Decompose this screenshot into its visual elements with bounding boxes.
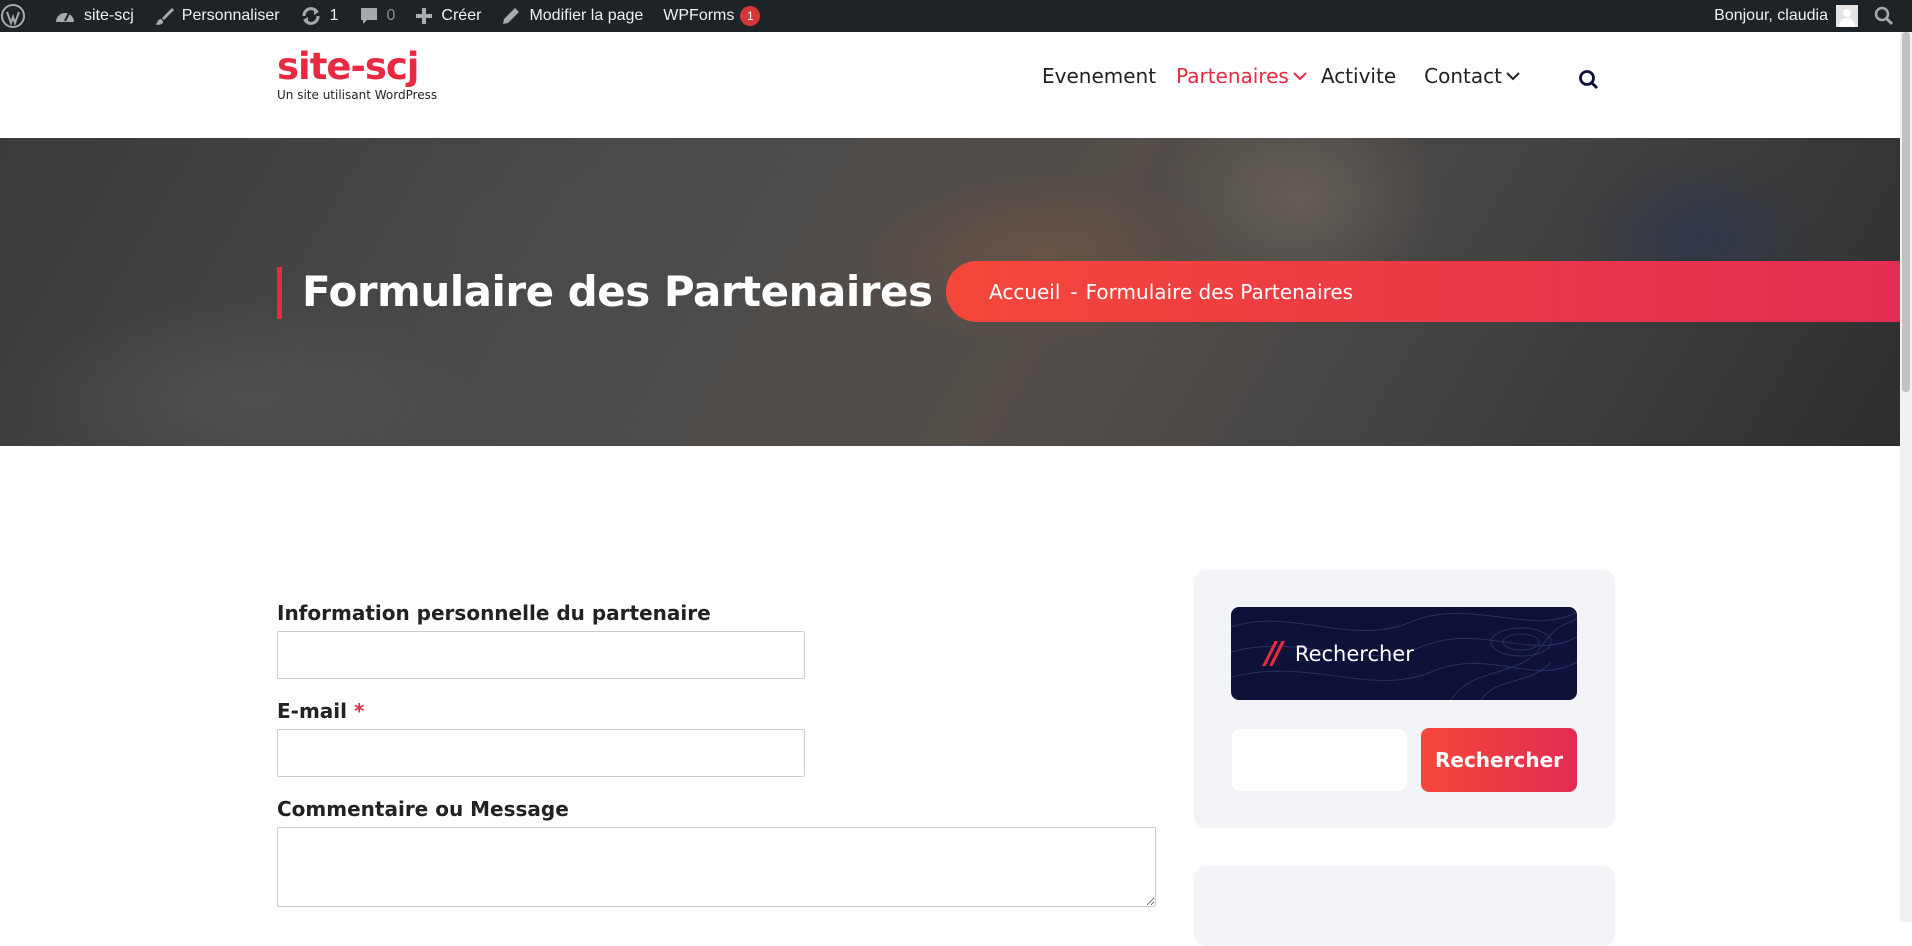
email-label: E-mail * (277, 698, 1156, 724)
sidebar-search-button[interactable]: Rechercher (1421, 728, 1577, 792)
admin-account-menu[interactable]: Bonjour, claudia (1704, 0, 1868, 32)
user-avatar-icon (1836, 5, 1858, 27)
admin-new-content-link[interactable]: Créer (405, 0, 491, 32)
admin-wpforms-label: WPForms (663, 7, 735, 24)
admin-comments-count: 0 (386, 7, 396, 24)
search-icon (1874, 6, 1894, 26)
admin-customize-label: Personnaliser (181, 7, 280, 24)
breadcrumb-separator: - (1070, 279, 1078, 304)
admin-bar: site-scj Personnaliser 1 0 Créer Modifie… (0, 0, 1912, 32)
nav-item-partenaires[interactable]: Partenaires (1176, 64, 1307, 88)
paintbrush-icon (154, 8, 174, 25)
admin-site-link[interactable]: site-scj (44, 0, 144, 32)
partner-info-label: Information personnelle du partenaire (277, 600, 1156, 626)
breadcrumb: Accueil - Formulaire des Partenaires (946, 261, 1900, 322)
chevron-down-icon (1293, 72, 1307, 81)
message-textarea[interactable] (277, 827, 1156, 907)
breadcrumb-current: Formulaire des Partenaires (1085, 279, 1354, 304)
widget-title-banner: // Rechercher (1231, 607, 1577, 700)
sidebar-search-input[interactable] (1232, 729, 1407, 791)
required-asterisk: * (353, 699, 365, 723)
admin-wpforms-link[interactable]: WPForms 1 (653, 0, 770, 32)
admin-search-button[interactable] (1868, 0, 1912, 32)
pencil-icon (503, 8, 520, 24)
partner-info-label-text: Information personnelle du partenaire (277, 601, 711, 625)
widget-title-accent: // (1265, 636, 1283, 671)
site-branding[interactable]: site-scj Un site utilisant WordPress (277, 46, 438, 103)
admin-edit-label: Modifier la page (529, 7, 644, 24)
admin-site-name: site-scj (84, 7, 134, 24)
site-title[interactable]: site-scj (277, 46, 437, 88)
wordpress-icon (1, 4, 25, 28)
nav-item-label: Partenaires (1176, 64, 1289, 88)
sidebar-search-widget: // Rechercher Rechercher (1194, 570, 1615, 828)
header-search-button[interactable] (1578, 69, 1600, 96)
admin-updates-count: 1 (329, 7, 339, 24)
nav-item-label: Contact (1424, 64, 1502, 88)
admin-greeting: Bonjour, claudia (1714, 7, 1828, 24)
comment-icon (360, 8, 377, 24)
site-header: site-scj Un site utilisant WordPress Eve… (0, 32, 1900, 138)
dashboard-icon (56, 12, 74, 22)
sidebar-widget-next (1194, 866, 1615, 946)
wordpress-logo-menu[interactable] (0, 0, 44, 32)
message-label-text: Commentaire ou Message (277, 797, 569, 821)
admin-new-label: Créer (441, 7, 482, 24)
scrollbar-thumb[interactable] (1902, 32, 1910, 392)
nav-item-label: Evenement (1042, 64, 1157, 88)
widget-title: Rechercher (1294, 641, 1414, 666)
admin-updates-link[interactable]: 1 (290, 0, 349, 32)
partner-info-input[interactable] (277, 631, 805, 679)
email-field[interactable] (277, 729, 805, 777)
site-tagline: Un site utilisant WordPress (277, 88, 438, 102)
page-scrollbar[interactable] (1900, 32, 1912, 922)
nav-item-evenement[interactable]: Evenement (1042, 64, 1156, 88)
page-title: Formulaire des Partenaires (277, 267, 933, 319)
updates-icon (302, 7, 320, 25)
admin-comments-link[interactable]: 0 (349, 0, 406, 32)
message-label: Commentaire ou Message (277, 796, 1156, 822)
chevron-down-icon (1506, 72, 1520, 81)
wpforms-notification-badge: 1 (740, 6, 761, 26)
main-navigation: Evenement Partenaires Activite Contact (1042, 64, 1540, 88)
partner-form: Information personnelle du partenaire E-… (277, 600, 1156, 907)
search-icon (1579, 70, 1599, 90)
nav-item-activite[interactable]: Activite (1321, 64, 1396, 88)
breadcrumb-home-link[interactable]: Accueil (989, 280, 1060, 304)
nav-item-contact[interactable]: Contact (1424, 64, 1520, 88)
admin-edit-page-link[interactable]: Modifier la page (491, 0, 653, 32)
nav-item-label: Activite (1320, 64, 1397, 88)
email-label-text: E-mail (277, 699, 348, 723)
admin-customize-link[interactable]: Personnaliser (144, 0, 290, 32)
page-hero-banner: Formulaire des Partenaires Accueil - For… (0, 138, 1900, 446)
plus-icon (416, 8, 433, 24)
